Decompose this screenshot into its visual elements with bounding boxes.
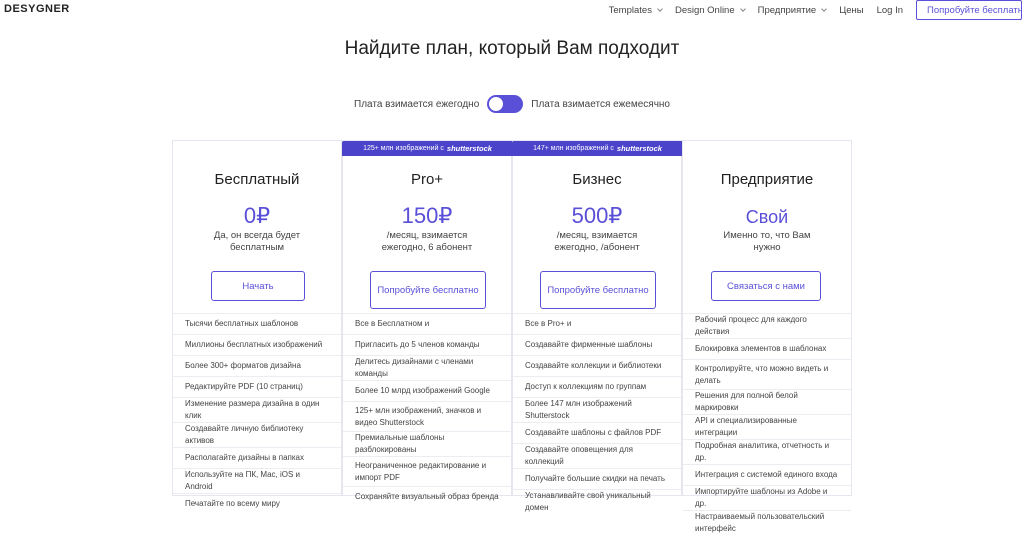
plan-price: 0₽: [243, 203, 271, 228]
shutterstock-banner: 147+ млн изображений с shutterstock: [512, 141, 683, 156]
nav-login[interactable]: Log In: [877, 5, 903, 16]
banner-text: 125+ млн изображений с: [363, 145, 444, 152]
feature-item: Устанавливайте свой уникальный домен: [513, 489, 681, 514]
feature-item: Создавайте личную библиотеку активов: [173, 422, 341, 447]
feature-item: Печатайте по всему миру: [173, 493, 341, 514]
chevron-down-icon: [739, 5, 746, 12]
plan-description: Именно то, что Вам нужно: [723, 230, 811, 253]
nav-design-online-label: Design Online: [674, 4, 735, 16]
feature-item: Делитесь дизайнами с членами команды: [343, 355, 511, 380]
feature-item: Более 10 млрд изображений Google: [343, 380, 511, 401]
toggle-knob: [489, 97, 504, 111]
feature-item: Неограниченное редактирование и импорт P…: [343, 456, 511, 486]
feature-item: Изменение размера дизайна в один клик: [173, 397, 341, 422]
plan-price: Свой: [745, 207, 789, 227]
shutterstock-logo: shutterstock: [446, 144, 492, 153]
feature-item: Сохраняйте визуальный образ бренда: [343, 486, 511, 507]
try-free-button[interactable]: Попробуйте бесплатно: [370, 271, 486, 309]
feature-list: Рабочий процесс для каждого действия Бло…: [683, 313, 851, 535]
feature-item: Миллионы бесплатных изображений: [173, 334, 341, 355]
feature-item: Решения для полной белой маркировки: [683, 389, 851, 414]
billing-toggle-row: Плата взимается ежегодно Плата взимается…: [0, 95, 1024, 113]
feature-item: Получайте большие скидки на печать: [513, 468, 681, 489]
feature-list: Все в Бесплатном и Пригласить до 5 члено…: [343, 313, 511, 507]
feature-item: Используйте на ПК, Mac, iOS и Android: [173, 468, 341, 493]
chevron-down-icon: [657, 5, 663, 12]
top-nav: DESYGNER Templates Design Online Предпри…: [0, 0, 1024, 20]
feature-item: Контролируйте, что можно видеть и делать: [683, 359, 851, 389]
plan-name: Предприятие: [720, 171, 814, 188]
feature-item: Создавайте фирменные шаблоны: [513, 334, 681, 355]
shutterstock-logo: shutterstock: [616, 144, 662, 153]
shutterstock-banner: 125+ млн изображений с shutterstock: [342, 141, 513, 156]
try-free-button[interactable]: Попробуйте бесплатно: [540, 271, 656, 309]
feature-item: Импортируйте шаблоны из Adobe и др.: [683, 485, 851, 510]
feature-item: Более 147 млн изображений Shutterstock: [513, 397, 681, 422]
plan-name: Бесплатный: [214, 171, 300, 188]
try-free-button[interactable]: Попробуйте бесплатно: [916, 0, 1022, 20]
plan-name: Бизнес: [572, 171, 622, 188]
billing-toggle[interactable]: [487, 95, 524, 113]
feature-item: Создавайте шаблоны с файлов PDF: [513, 422, 681, 443]
start-button[interactable]: Начать: [211, 271, 305, 301]
plan-price: 500₽: [571, 203, 623, 228]
plan-description: /месяц, взимается ежегодно, /абонент: [554, 230, 640, 253]
plan-card-business: 147+ млн изображений с shutterstock Бизне…: [512, 140, 683, 512]
feature-item: 125+ млн изображений, значков и видео Sh…: [343, 401, 511, 431]
feature-item: Все в Pro+ и: [513, 313, 681, 334]
feature-item: Настраиваемый пользовательский интерфейс: [683, 510, 851, 535]
plan-price: 150₽: [401, 203, 453, 228]
feature-item: Блокировка элементов в шаблонах: [683, 338, 851, 359]
chevron-down-icon: [821, 5, 828, 12]
nav-pricing[interactable]: Цены: [839, 5, 863, 16]
nav-enterprise-label: Предприятие: [757, 4, 817, 16]
banner-text: 147+ млн изображений с: [533, 145, 614, 152]
nav-enterprise[interactable]: Предприятие: [757, 4, 828, 16]
feature-item: Тысячи бесплатных шаблонов: [173, 313, 341, 334]
nav-templates[interactable]: Templates: [608, 4, 663, 16]
feature-item: Все в Бесплатном и: [343, 313, 511, 334]
page-title: Найдите план, который Вам подходит: [344, 38, 680, 59]
feature-list: Тысячи бесплатных шаблонов Миллионы бесп…: [173, 313, 341, 514]
feature-item: Доступ к коллекциям по группам: [513, 376, 681, 397]
feature-item: Редактируйте PDF (10 страниц): [173, 376, 341, 397]
feature-item: API и специализированные интеграции: [683, 414, 851, 439]
feature-item: Создавайте коллекции и библиотеки: [513, 355, 681, 376]
feature-list: Все в Pro+ и Создавайте фирменные шаблон…: [513, 313, 681, 514]
feature-item: Пригласить до 5 членов команды: [343, 334, 511, 355]
feature-item: Рабочий процесс для каждого действия: [683, 313, 851, 338]
billing-monthly-label: Плата взимается ежемесячно: [531, 98, 670, 110]
logo[interactable]: DESYGNER: [4, 3, 70, 15]
feature-item: Располагайте дизайны в папках: [173, 447, 341, 468]
feature-item: Создавайте оповещения для коллекций: [513, 443, 681, 468]
plan-description: Да, он всегда будет бесплатным: [213, 230, 301, 253]
feature-item: Интеграция с системой единого входа: [683, 464, 851, 485]
nav-design-online[interactable]: Design Online: [674, 4, 746, 16]
contact-us-button[interactable]: Связаться с нами: [711, 271, 821, 301]
plan-card-enterprise: Предприятие Свой Именно то, что Вам нужн…: [682, 140, 852, 533]
billing-yearly-label: Плата взимается ежегодно: [354, 98, 480, 110]
plan-name: Pro+: [410, 171, 444, 188]
pricing-cards: Бесплатный 0₽ Да, он всегда будет беспла…: [172, 140, 852, 533]
feature-item: Подробная аналитика, отчетность и др.: [683, 439, 851, 464]
plan-description: /месяц, взимается ежегодно, 6 абонент: [381, 230, 473, 253]
feature-item: Более 300+ форматов дизайна: [173, 355, 341, 376]
nav-links: Templates Design Online Предприятие Цены…: [609, 0, 1022, 20]
plan-card-free: Бесплатный 0₽ Да, он всегда будет беспла…: [172, 140, 342, 508]
feature-item: Премиальные шаблоны разблокированы: [343, 431, 511, 456]
plan-card-pro: 125+ млн изображений с shutterstock Pro+ …: [342, 140, 513, 501]
nav-templates-label: Templates: [608, 4, 652, 16]
